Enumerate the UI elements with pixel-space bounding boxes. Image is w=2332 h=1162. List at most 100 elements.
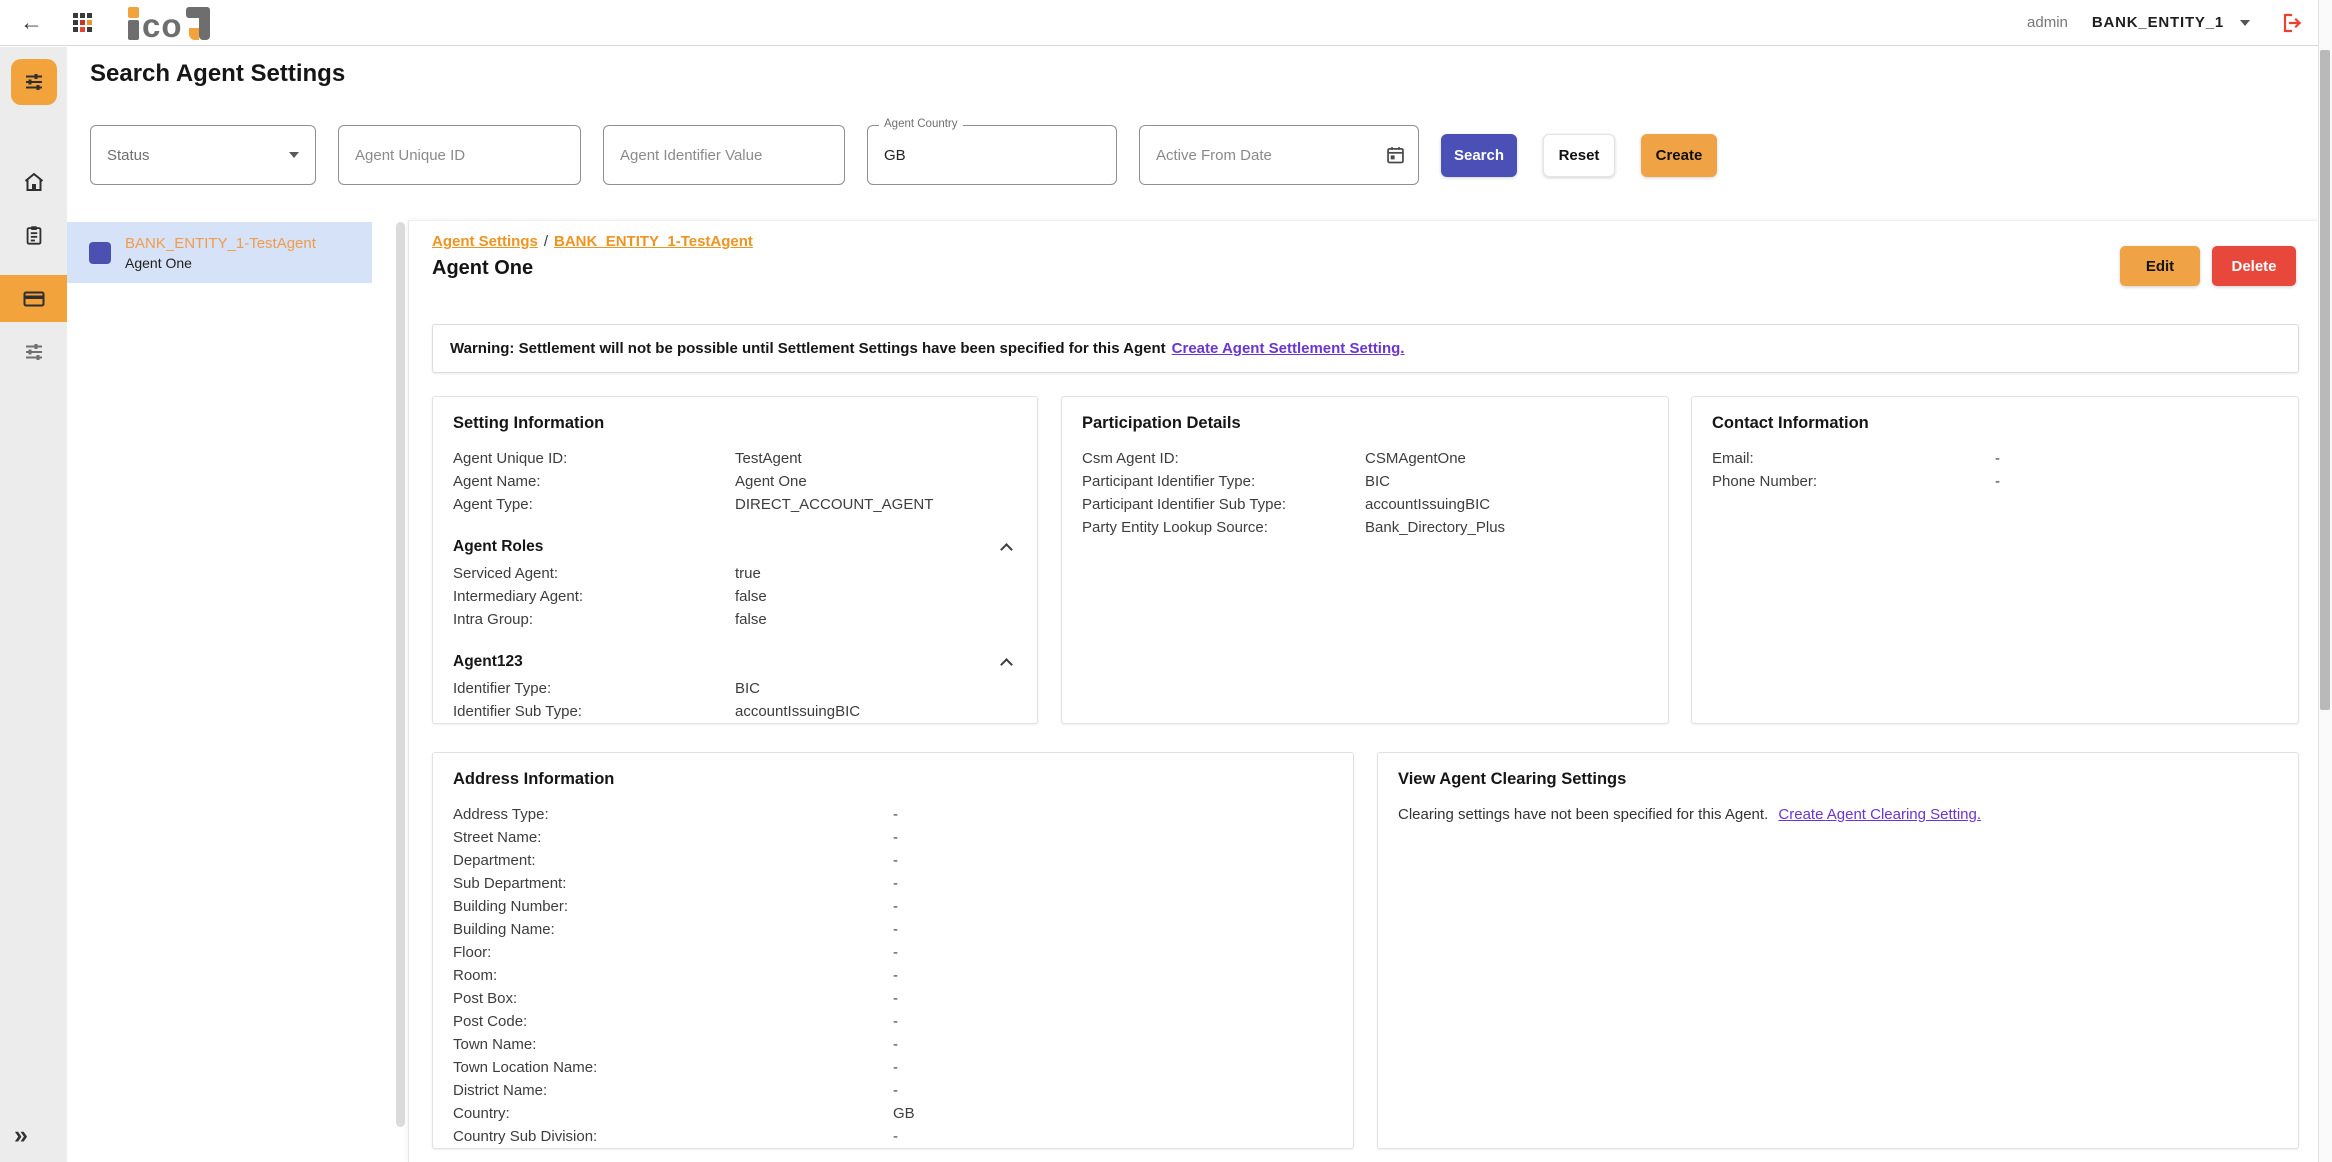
agent-unique-id-input[interactable]: [339, 126, 580, 184]
info-value: Agent One: [735, 473, 807, 490]
agent-country-input[interactable]: [868, 126, 1116, 184]
info-row: Serviced Agent:true: [453, 565, 1017, 588]
search-button[interactable]: Search: [1441, 134, 1517, 177]
info-label: Room:: [453, 967, 497, 984]
info-label: Floor:: [453, 944, 491, 961]
edit-button[interactable]: Edit: [2120, 246, 2200, 286]
breadcrumb-agent-settings-link[interactable]: Agent Settings: [432, 233, 538, 250]
agent-country-label: Agent Country: [879, 118, 963, 130]
info-value: false: [735, 611, 767, 628]
info-value: TestAgent: [735, 450, 802, 467]
back-arrow-icon[interactable]: ←: [20, 11, 43, 34]
info-label: Street Name:: [453, 829, 541, 846]
info-label: Agent Unique ID:: [453, 450, 567, 467]
info-label: Agent Type:: [453, 496, 533, 513]
active-from-date-input[interactable]: [1140, 126, 1418, 184]
section-title: Agent123: [453, 653, 523, 671]
info-value: accountIssuingBIC: [1365, 496, 1490, 513]
info-label: Party Entity Lookup Source:: [1082, 519, 1268, 536]
info-label: Building Number:: [453, 898, 568, 915]
calendar-icon[interactable]: [1385, 145, 1406, 166]
agent-identifier-value-input[interactable]: [604, 126, 844, 184]
info-row: Csm Agent ID:CSMAgentOne: [1082, 450, 1648, 473]
info-label: Post Box:: [453, 990, 517, 1007]
info-label: Intermediary Agent:: [453, 588, 583, 605]
delete-button[interactable]: Delete: [2212, 246, 2296, 286]
sidebar-item-tasks[interactable]: [0, 215, 67, 255]
info-value: -: [893, 898, 898, 915]
apps-grid-icon[interactable]: [73, 13, 92, 32]
info-value: GB: [893, 1105, 915, 1122]
info-label: Participant Identifier Sub Type:: [1082, 496, 1286, 513]
agent-list-item-selected[interactable]: BANK_ENTITY_1-TestAgent Agent One: [67, 222, 372, 283]
info-value: BIC: [1365, 473, 1390, 490]
page-title: Search Agent Settings: [90, 60, 345, 88]
page-scrollbar-thumb[interactable]: [2320, 50, 2330, 710]
sidebar-expand-icon[interactable]: »: [14, 1123, 28, 1148]
info-row: Phone Number:-: [1712, 473, 2278, 496]
info-value: -: [893, 990, 898, 1007]
address-information-card: Address Information Address Type:- Stree…: [432, 752, 1354, 1149]
info-label: Participant Identifier Type:: [1082, 473, 1255, 490]
info-value: -: [893, 921, 898, 938]
info-row: Town Name: -: [453, 1036, 1333, 1059]
app-logo: co: [128, 6, 210, 40]
info-row: Building Name: -: [453, 921, 1333, 944]
sidebar: $ »: [0, 47, 67, 1162]
info-label: Post Code:: [453, 1013, 527, 1030]
info-label: Intra Group:: [453, 611, 533, 628]
info-value: -: [1995, 473, 2000, 490]
chevron-up-icon[interactable]: [1000, 543, 1013, 556]
logout-button[interactable]: [2280, 11, 2306, 35]
breadcrumb-separator: /: [544, 233, 548, 250]
info-label: Town Location Name:: [453, 1059, 597, 1076]
info-row: Participant Identifier Type: BIC: [1082, 473, 1648, 496]
info-value: -: [893, 1036, 898, 1053]
agent-detail-title: Agent One: [432, 257, 533, 280]
topbar-right-group: admin BANK_ENTITY_1: [2027, 11, 2306, 35]
warning-text: Warning: Settlement will not be possible…: [450, 340, 1166, 357]
create-button[interactable]: Create: [1641, 134, 1717, 177]
info-label: Serviced Agent:: [453, 565, 558, 582]
list-scrollbar[interactable]: [396, 222, 405, 1127]
reset-button[interactable]: Reset: [1543, 134, 1615, 177]
info-row: Room:-: [453, 967, 1333, 990]
agent-item-subtitle: Agent One: [125, 255, 316, 271]
home-icon: [22, 170, 46, 194]
info-label: Agent Name:: [453, 473, 541, 490]
info-value: -: [893, 1082, 898, 1099]
settlement-warning-banner: Warning: Settlement will not be possible…: [432, 324, 2299, 373]
agent-detail-panel: Agent Settings / BANK_ENTITY_1-TestAgent A…: [408, 220, 2318, 1162]
sliders-icon: [22, 340, 46, 364]
breadcrumb-current-link[interactable]: BANK_ENTITY_1-TestAgent: [554, 233, 753, 250]
sidebar-item-agent-settings-tool[interactable]: [11, 59, 57, 105]
info-row: Post Box: -: [453, 990, 1333, 1013]
agent-identifier-value-field-wrap: [603, 125, 845, 185]
info-value: CSMAgentOne: [1365, 450, 1466, 467]
clearing-settings-card: View Agent Clearing Settings Clearing se…: [1377, 752, 2299, 1149]
clearing-settings-text: Clearing settings have not been specifie…: [1398, 806, 1768, 823]
info-value: accountIssuingBIC: [735, 703, 860, 720]
app-root: ← co admin BANK_ENTITY_1: [0, 0, 2332, 1162]
chevron-up-icon[interactable]: [1000, 658, 1013, 671]
create-clearing-setting-link[interactable]: Create Agent Clearing Setting.: [1778, 806, 1981, 823]
entity-dropdown[interactable]: BANK_ENTITY_1: [2092, 14, 2250, 31]
create-settlement-setting-link[interactable]: Create Agent Settlement Setting.: [1172, 340, 1405, 357]
info-label: Building Name:: [453, 921, 555, 938]
info-label: Identifier Type:: [453, 680, 551, 697]
info-label: Identifier Sub Type:: [453, 703, 582, 720]
agent-country-field-wrap: Agent Country: [867, 125, 1117, 185]
info-row: Department:-: [453, 852, 1333, 875]
logo-letter-n: [186, 7, 210, 40]
info-row: Floor:-: [453, 944, 1333, 967]
info-label: Town Name:: [453, 1036, 536, 1053]
info-row: Email:-: [1712, 450, 2278, 473]
top-bar: ← co admin BANK_ENTITY_1: [0, 0, 2332, 46]
info-label: Email:: [1712, 450, 1754, 467]
sidebar-item-home[interactable]: [0, 162, 67, 202]
sidebar-item-settings[interactable]: [0, 332, 67, 372]
status-select[interactable]: Status: [90, 125, 316, 185]
info-row: District Name:-: [453, 1082, 1333, 1105]
breadcrumb: Agent Settings / BANK_ENTITY_1-TestAgent: [432, 233, 753, 250]
sidebar-item-accounts-active[interactable]: [0, 275, 67, 322]
